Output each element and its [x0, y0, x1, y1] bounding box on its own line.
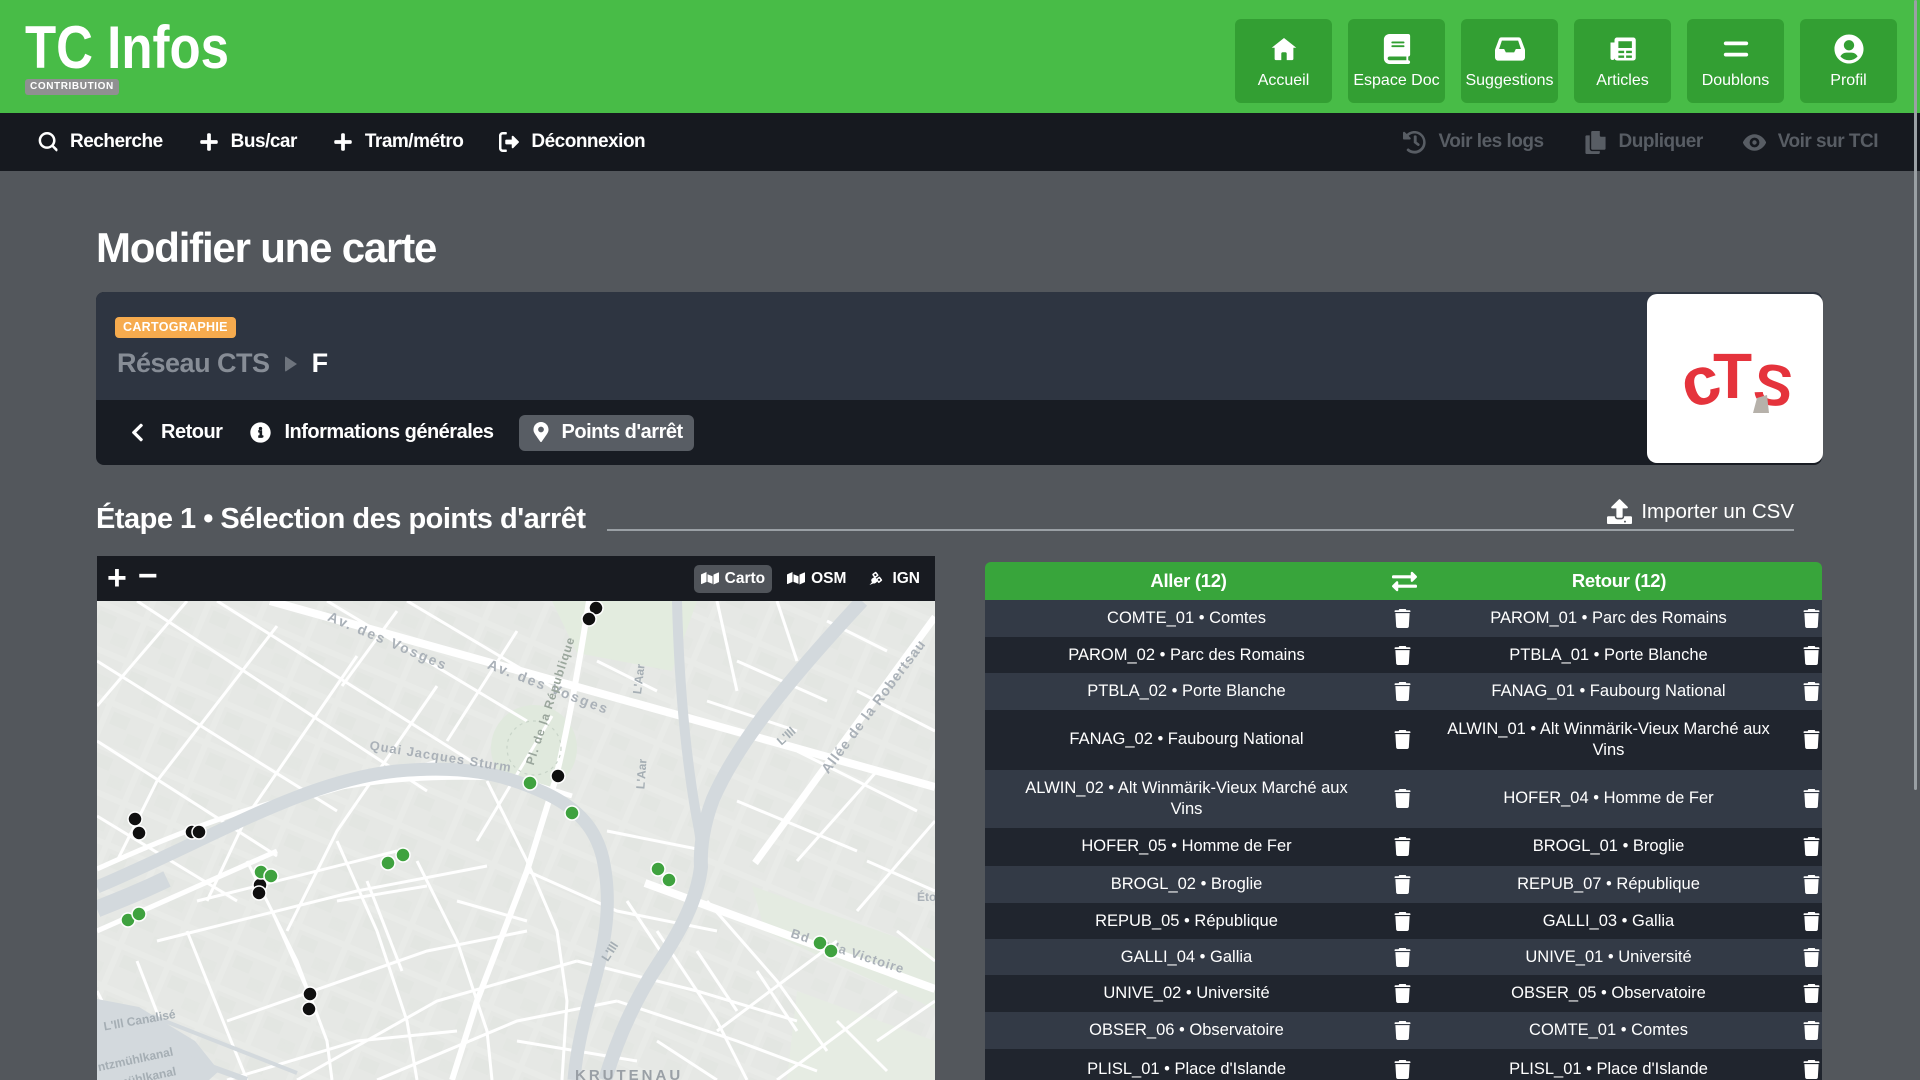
svg-text:T: T: [1713, 340, 1752, 412]
svg-text:KRUTENAU: KRUTENAU: [575, 1067, 683, 1080]
svg-text:L'Aar: L'Aar: [633, 758, 649, 789]
svg-text:Éto: Éto: [917, 889, 935, 904]
